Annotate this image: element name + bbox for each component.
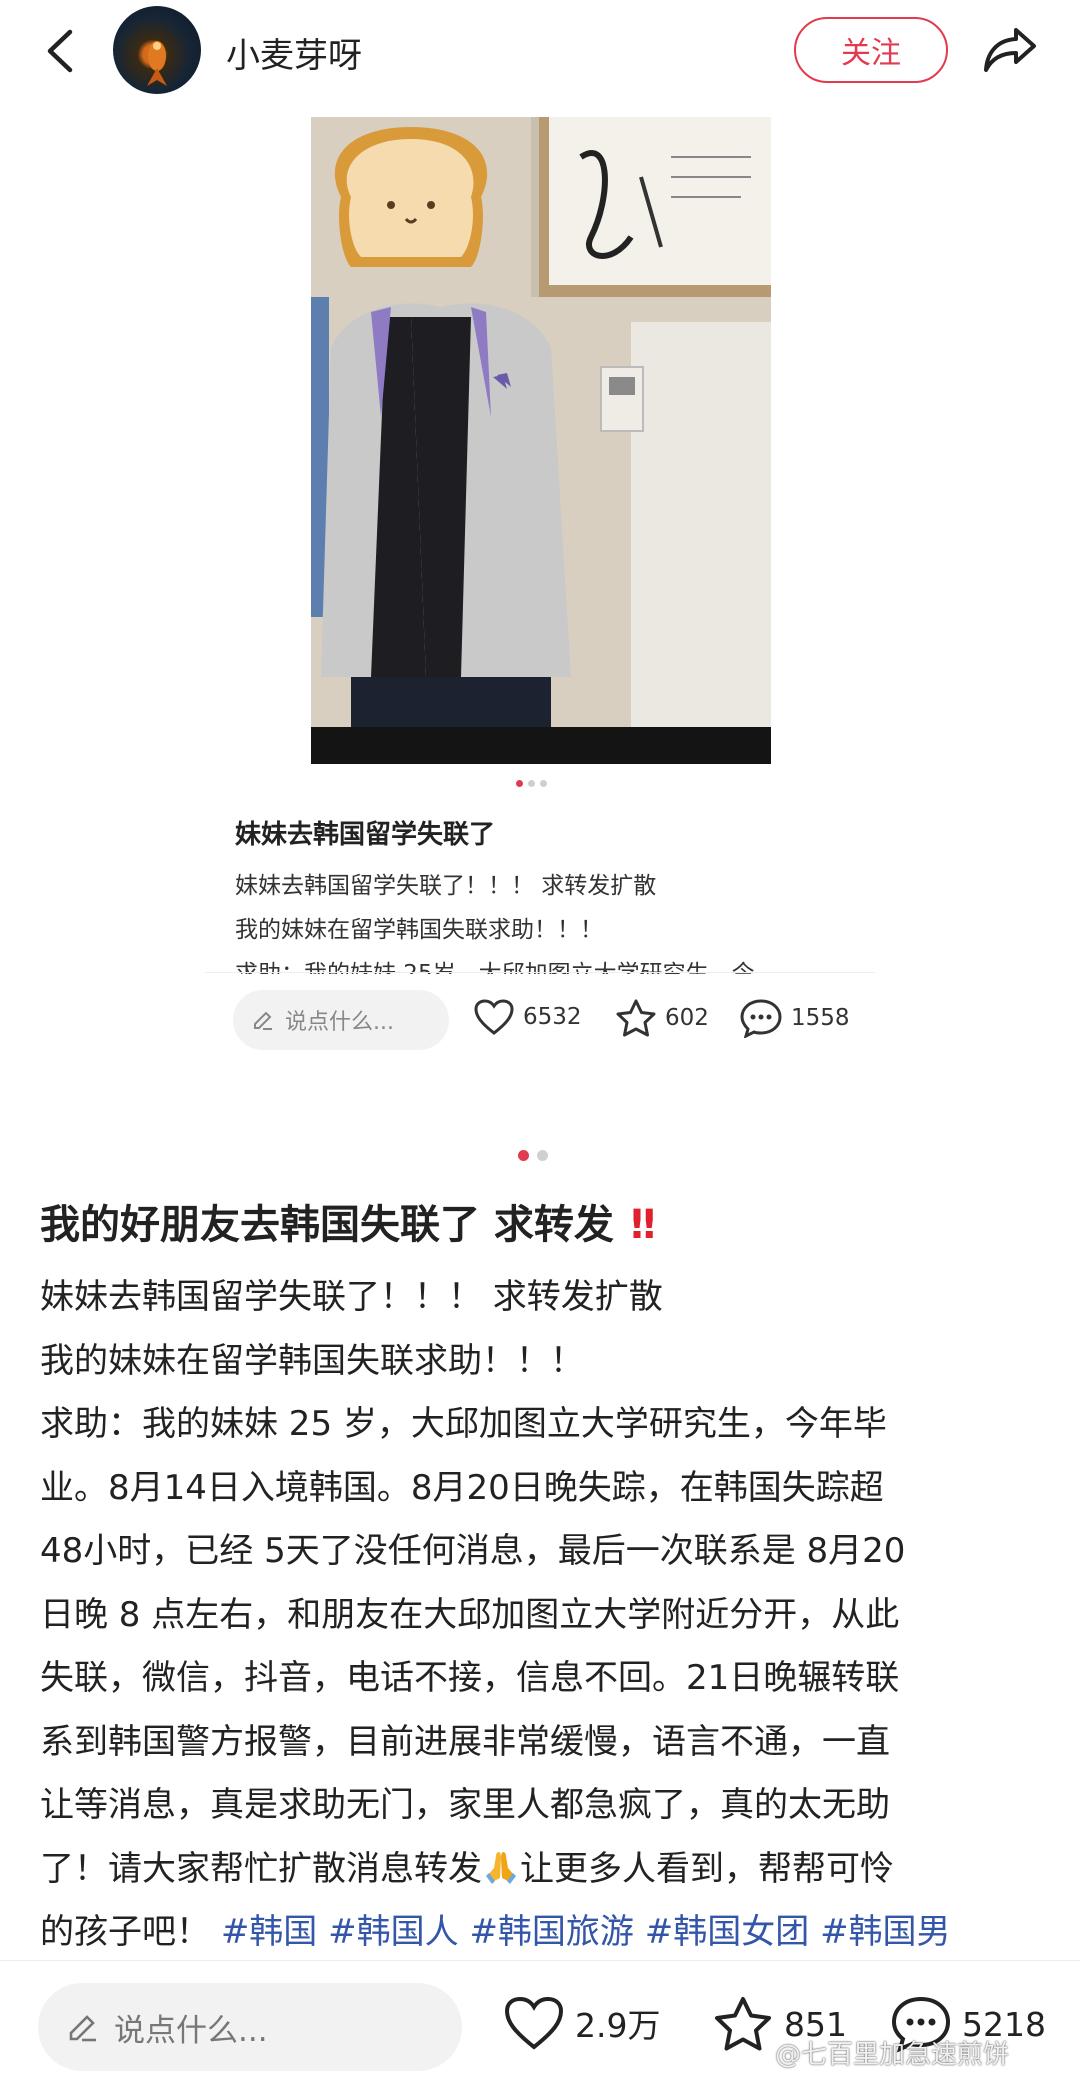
embedded-collect-count: 602	[665, 1005, 709, 1031]
carousel-dot	[537, 1150, 548, 1161]
comment-bubble-icon	[740, 999, 782, 1038]
top-bar: 小麦芽呀 关注	[0, 0, 1080, 100]
post-body-line: 了！请大家帮忙扩散消息转发 让更多人看到，帮帮可怜	[40, 1838, 1050, 1902]
embedded-collect-button[interactable]: 602	[615, 998, 709, 1038]
post-body-line: 系到韩国警方报警，目前进展非常缓慢，语言不通，一直	[40, 1721, 890, 1762]
embedded-like-count: 6532	[523, 1004, 582, 1030]
photo-illustration	[311, 117, 771, 764]
double-exclamation-emoji: !!	[627, 1202, 659, 1248]
post-body-line: 求助：我的妹妹 25 岁，大邱加图立大学研究生，今年毕	[40, 1404, 887, 1444]
hashtag-link[interactable]: #韩国	[221, 1912, 318, 1952]
like-count: 2.9万	[575, 2006, 661, 2045]
embedded-carousel-indicator	[516, 780, 547, 787]
heart-icon	[474, 999, 514, 1035]
post-title: 我的好朋友去韩国失联了 求转发 !!	[40, 1192, 659, 1250]
share-icon	[984, 28, 1036, 72]
post-body-line: 48小时，已经 5天了没任何消息，最后一次联系是 8月20	[40, 1531, 906, 1571]
post-body-line: 我的妹妹在留学韩国失联求助！！！	[40, 1340, 584, 1381]
hashtag-link[interactable]: #韩国人	[328, 1912, 459, 1952]
carousel-dot-active	[518, 1150, 529, 1161]
carousel-dot	[528, 780, 535, 787]
embedded-post-line: 妹妹去韩国留学失联了！！！ 求转发扩散	[235, 873, 657, 899]
post-body-line: 日晚 8 点左右，和朋友在大邱加图立大学附近分开，从此	[40, 1594, 900, 1635]
post-body-line: 失联，微信，抖音，电话不接，信息不回。21日晚辗转联	[40, 1658, 900, 1698]
watermark: @七百里加急速煎饼	[775, 2040, 1010, 2070]
hashtag-link[interactable]: #韩国女团	[645, 1912, 810, 1952]
pencil-icon	[254, 1011, 272, 1030]
heart-icon	[504, 1996, 564, 2050]
embedded-comment-button[interactable]: 1558	[739, 998, 850, 1038]
pencil-icon	[69, 2015, 96, 2042]
comment-placeholder: 说点什么...	[114, 2012, 268, 2049]
post-body-line: 的孩子吧！ #韩国 #韩国人 #韩国旅游 #韩国女团 #韩国男	[40, 1901, 1050, 1965]
embedded-post-line: 我的妹妹在留学韩国失联求助！！！	[235, 917, 603, 943]
embedded-comment-count: 1558	[791, 1005, 850, 1031]
embedded-like-button[interactable]: 6532	[473, 998, 582, 1036]
comment-input[interactable]: 说点什么...	[38, 1983, 462, 2071]
star-icon	[616, 999, 656, 1037]
avatar[interactable]	[113, 6, 201, 94]
goldfish-avatar-image	[147, 41, 167, 86]
star-icon	[715, 1997, 771, 2051]
post-title-text: 我的好朋友去韩国失联了 求转发	[40, 1202, 614, 1248]
embedded-post-line: 求助：我的妹妹 25岁，大邱加图立大学研究生，今	[235, 961, 755, 974]
embedded-post-title: 妹妹去韩国留学失联了	[235, 820, 496, 850]
share-button[interactable]	[982, 24, 1038, 76]
divider	[205, 972, 875, 973]
hashtag-link[interactable]: #韩国旅游	[469, 1912, 634, 1952]
carousel-dot-active	[516, 780, 523, 787]
follow-button[interactable]: 关注	[794, 17, 948, 83]
embedded-comment-input[interactable]: 说点什么...	[233, 990, 449, 1050]
hashtag-link[interactable]: #韩国男	[820, 1912, 951, 1952]
carousel-dot	[540, 780, 547, 787]
post-body-text: 让更多人看到，帮帮可怜	[520, 1848, 894, 1889]
post-body-line: 让等消息，真是求助无门，家里人都急疯了，真的太无助	[40, 1785, 890, 1825]
embedded-comment-placeholder: 说点什么...	[285, 1010, 394, 1035]
back-button[interactable]	[40, 26, 80, 76]
post-body: 妹妹去韩国留学失联了！！！ 求转发扩散 我的妹妹在留学韩国失联求助！！！ 求助：…	[40, 1266, 1050, 1965]
chevron-left-icon	[47, 29, 73, 73]
post-body-text: 的孩子吧！	[40, 1912, 210, 1952]
post-body-text: 了！请大家帮忙扩散消息转发	[40, 1848, 482, 1889]
like-button[interactable]: 2.9万	[503, 1995, 660, 2051]
praying-hands-icon	[486, 1851, 516, 1884]
carousel-indicator	[518, 1150, 548, 1161]
post-photo[interactable]	[311, 117, 771, 764]
post-body-line: 妹妹去韩国留学失联了！！！ 求转发扩散	[40, 1277, 663, 1317]
author-name[interactable]: 小麦芽呀	[226, 28, 362, 77]
post-body-line: 业。8月14日入境韩国。8月20日晚失踪，在韩国失踪超	[40, 1467, 884, 1508]
photo-letterbox	[311, 727, 771, 764]
